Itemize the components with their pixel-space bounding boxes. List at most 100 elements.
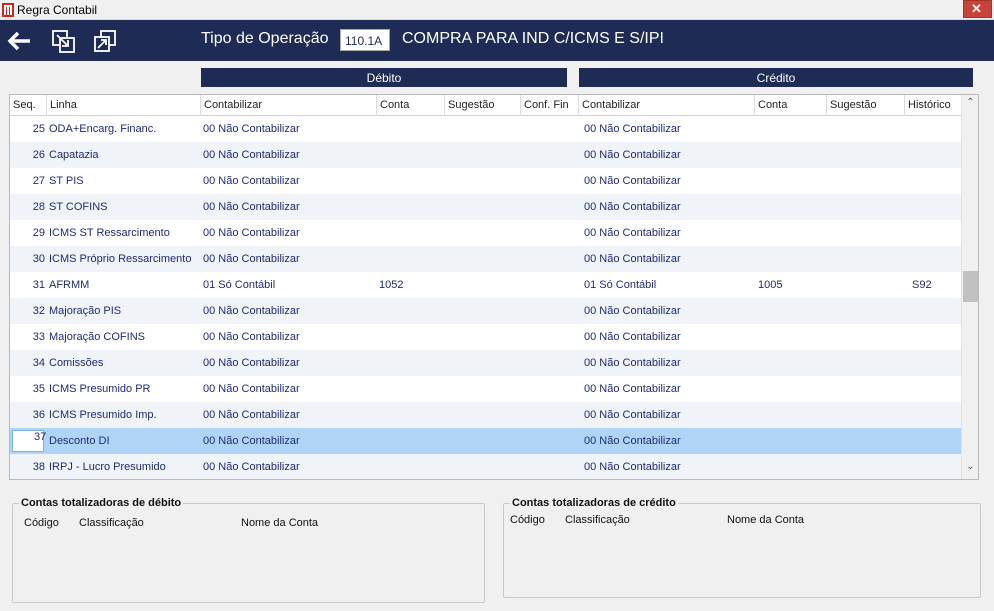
row-credito-contabilizar[interactable]: 00 Não Contabilizar — [584, 461, 681, 473]
table-row[interactable]: 29 ICMS ST Ressarcimento 00 Não Contabiliz… — [10, 220, 961, 246]
row-debito-contabilizar[interactable]: 00 Não Contabilizar — [203, 383, 300, 395]
table-row[interactable]: 32 Majoração PIS 00 Não Contabilizar 00 Não… — [10, 298, 961, 324]
row-debito-contabilizar[interactable]: 00 Não Contabilizar — [203, 305, 300, 317]
row-linha[interactable]: Desconto DI — [49, 435, 110, 447]
row-seq[interactable]: 29 — [12, 227, 45, 239]
row-debito-contabilizar[interactable]: 00 Não Contabilizar — [203, 357, 300, 369]
row-credito-contabilizar[interactable]: 00 Não Contabilizar — [584, 435, 681, 447]
row-linha[interactable]: Comissões — [49, 357, 103, 369]
col-header-credito-contabilizar[interactable]: Contabilizar — [579, 95, 755, 116]
copy-icon[interactable] — [93, 29, 119, 53]
row-credito-contabilizar[interactable]: 00 Não Contabilizar — [584, 123, 681, 135]
row-debito-contabilizar[interactable]: 00 Não Contabilizar — [203, 461, 300, 473]
row-seq[interactable]: 35 — [12, 383, 45, 395]
col-header-seq[interactable]: Seq. — [10, 95, 47, 116]
row-credito-contabilizar[interactable]: 00 Não Contabilizar — [584, 253, 681, 265]
row-seq[interactable]: 32 — [12, 305, 45, 317]
tipo-operacao-label: Tipo de Operação — [201, 30, 329, 47]
toolbar: Tipo de Operação 110.1A COMPRA PARA IND … — [0, 20, 994, 61]
row-credito-historico[interactable]: S92 — [912, 279, 932, 291]
row-seq[interactable]: 34 — [12, 357, 45, 369]
table-row[interactable]: 33 Majoração COFINS 00 Não Contabilizar 00 … — [10, 324, 961, 350]
table-row[interactable]: 38 IRPJ - Lucro Presumido 00 Não Contabili… — [10, 454, 961, 479]
row-seq[interactable]: 30 — [12, 253, 45, 265]
row-debito-contabilizar[interactable]: 00 Não Contabilizar — [203, 175, 300, 187]
row-seq[interactable]: 31 — [12, 279, 45, 291]
row-debito-conta[interactable]: 1052 — [379, 279, 403, 291]
row-seq[interactable]: 38 — [12, 461, 45, 473]
back-arrow-icon[interactable] — [6, 29, 32, 53]
row-linha[interactable]: Capatazia — [49, 149, 99, 161]
tipo-operacao-description: COMPRA PARA IND C/ICMS E S/IPI — [402, 30, 664, 47]
row-credito-contabilizar[interactable]: 00 Não Contabilizar — [584, 357, 681, 369]
scrollbar-thumb[interactable] — [963, 271, 978, 302]
row-seq[interactable]: 27 — [12, 175, 45, 187]
table-row[interactable]: 37 Desconto DI 00 Não Contabilizar 00 Não C… — [10, 428, 961, 454]
row-linha[interactable]: IRPJ - Lucro Presumido — [49, 461, 166, 473]
window-title: Regra Contabil — [17, 3, 98, 17]
scroll-up-icon[interactable]: ⌃ — [962, 97, 978, 114]
row-seq[interactable]: 26 — [12, 149, 45, 161]
row-credito-conta[interactable]: 1005 — [758, 279, 782, 291]
col-header-credito-conta[interactable]: Conta — [755, 95, 827, 116]
row-debito-contabilizar[interactable]: 00 Não Contabilizar — [203, 409, 300, 421]
regras-grid[interactable]: Seq. Linha Contabilizar Conta Sugestão C… — [9, 94, 979, 480]
table-row[interactable]: 31 AFRMM 01 Só Contábil 1052 01 Só Contábil 1… — [10, 272, 961, 298]
table-row[interactable]: 27 ST PIS 00 Não Contabilizar 00 Não Contab… — [10, 168, 961, 194]
row-credito-contabilizar[interactable]: 00 Não Contabilizar — [584, 149, 681, 161]
row-seq[interactable]: 33 — [12, 331, 45, 343]
row-debito-contabilizar[interactable]: 00 Não Contabilizar — [203, 435, 300, 447]
table-row[interactable]: 26 Capatazia 00 Não Contabilizar 00 Não Con… — [10, 142, 961, 168]
tipo-operacao-code[interactable]: 110.1A — [340, 29, 390, 51]
row-linha[interactable]: ODA+Encarg. Financ. — [49, 123, 156, 135]
table-row[interactable]: 30 ICMS Próprio Ressarcimento 00 Não Conta… — [10, 246, 961, 272]
grid-vertical-scrollbar[interactable]: ⌃ ⌄ — [961, 95, 978, 479]
col-header-debito-conta[interactable]: Conta — [377, 95, 445, 116]
row-seq[interactable]: 28 — [12, 201, 45, 213]
row-credito-contabilizar[interactable]: 00 Não Contabilizar — [584, 409, 681, 421]
row-linha[interactable]: ST COFINS — [49, 201, 107, 213]
row-linha[interactable]: Majoração PIS — [49, 305, 121, 317]
row-debito-contabilizar[interactable]: 00 Não Contabilizar — [203, 253, 300, 265]
row-credito-contabilizar[interactable]: 00 Não Contabilizar — [584, 175, 681, 187]
row-debito-contabilizar[interactable]: 00 Não Contabilizar — [203, 149, 300, 161]
export-icon[interactable] — [51, 29, 77, 53]
row-linha[interactable]: ICMS ST Ressarcimento — [49, 227, 170, 239]
row-linha[interactable]: ICMS Presumido Imp. — [49, 409, 157, 421]
row-debito-contabilizar[interactable]: 00 Não Contabilizar — [203, 227, 300, 239]
totals-debito-col-classificacao: Classificação — [79, 517, 144, 529]
credito-section-header: Crédito — [579, 68, 973, 87]
table-row[interactable]: 25 ODA+Encarg. Financ. 00 Não Contabilizar… — [10, 116, 961, 142]
row-debito-contabilizar[interactable]: 01 Só Contábil — [203, 279, 275, 291]
col-header-debito-contabilizar[interactable]: Contabilizar — [201, 95, 377, 116]
row-linha[interactable]: Majoração COFINS — [49, 331, 145, 343]
col-header-linha[interactable]: Linha — [47, 95, 201, 116]
row-seq[interactable]: 36 — [12, 409, 45, 421]
row-linha[interactable]: ICMS Presumido PR — [49, 383, 150, 395]
row-debito-contabilizar[interactable]: 00 Não Contabilizar — [203, 201, 300, 213]
table-row[interactable]: 34 Comissões 00 Não Contabilizar 00 Não Con… — [10, 350, 961, 376]
row-linha[interactable]: ST PIS — [49, 175, 84, 187]
table-row[interactable]: 36 ICMS Presumido Imp. 00 Não Contabilizar… — [10, 402, 961, 428]
col-header-debito-sugestao[interactable]: Sugestão — [445, 95, 521, 116]
row-credito-contabilizar[interactable]: 00 Não Contabilizar — [584, 305, 681, 317]
row-seq[interactable]: 25 — [12, 123, 45, 135]
scroll-down-icon[interactable]: ⌄ — [962, 461, 978, 478]
app-logo-icon — [2, 3, 14, 17]
row-credito-contabilizar[interactable]: 00 Não Contabilizar — [584, 383, 681, 395]
table-row[interactable]: 28 ST COFINS 00 Não Contabilizar 00 Não Con… — [10, 194, 961, 220]
row-linha[interactable]: AFRMM — [49, 279, 89, 291]
row-debito-contabilizar[interactable]: 00 Não Contabilizar — [203, 123, 300, 135]
row-credito-contabilizar[interactable]: 01 Só Contábil — [584, 279, 656, 291]
row-linha[interactable]: ICMS Próprio Ressarcimento — [49, 253, 191, 265]
col-header-credito-sugestao[interactable]: Sugestão — [827, 95, 905, 116]
col-header-credito-historico[interactable]: Histórico — [905, 95, 961, 116]
window-close-button[interactable]: ✕ — [963, 0, 992, 18]
totals-debito-col-codigo: Código — [24, 517, 59, 529]
row-credito-contabilizar[interactable]: 00 Não Contabilizar — [584, 331, 681, 343]
table-row[interactable]: 35 ICMS Presumido PR 00 Não Contabilizar 00… — [10, 376, 961, 402]
col-header-debito-conf-fin[interactable]: Conf. Fin — [521, 95, 579, 116]
row-credito-contabilizar[interactable]: 00 Não Contabilizar — [584, 227, 681, 239]
row-credito-contabilizar[interactable]: 00 Não Contabilizar — [584, 201, 681, 213]
row-debito-contabilizar[interactable]: 00 Não Contabilizar — [203, 331, 300, 343]
